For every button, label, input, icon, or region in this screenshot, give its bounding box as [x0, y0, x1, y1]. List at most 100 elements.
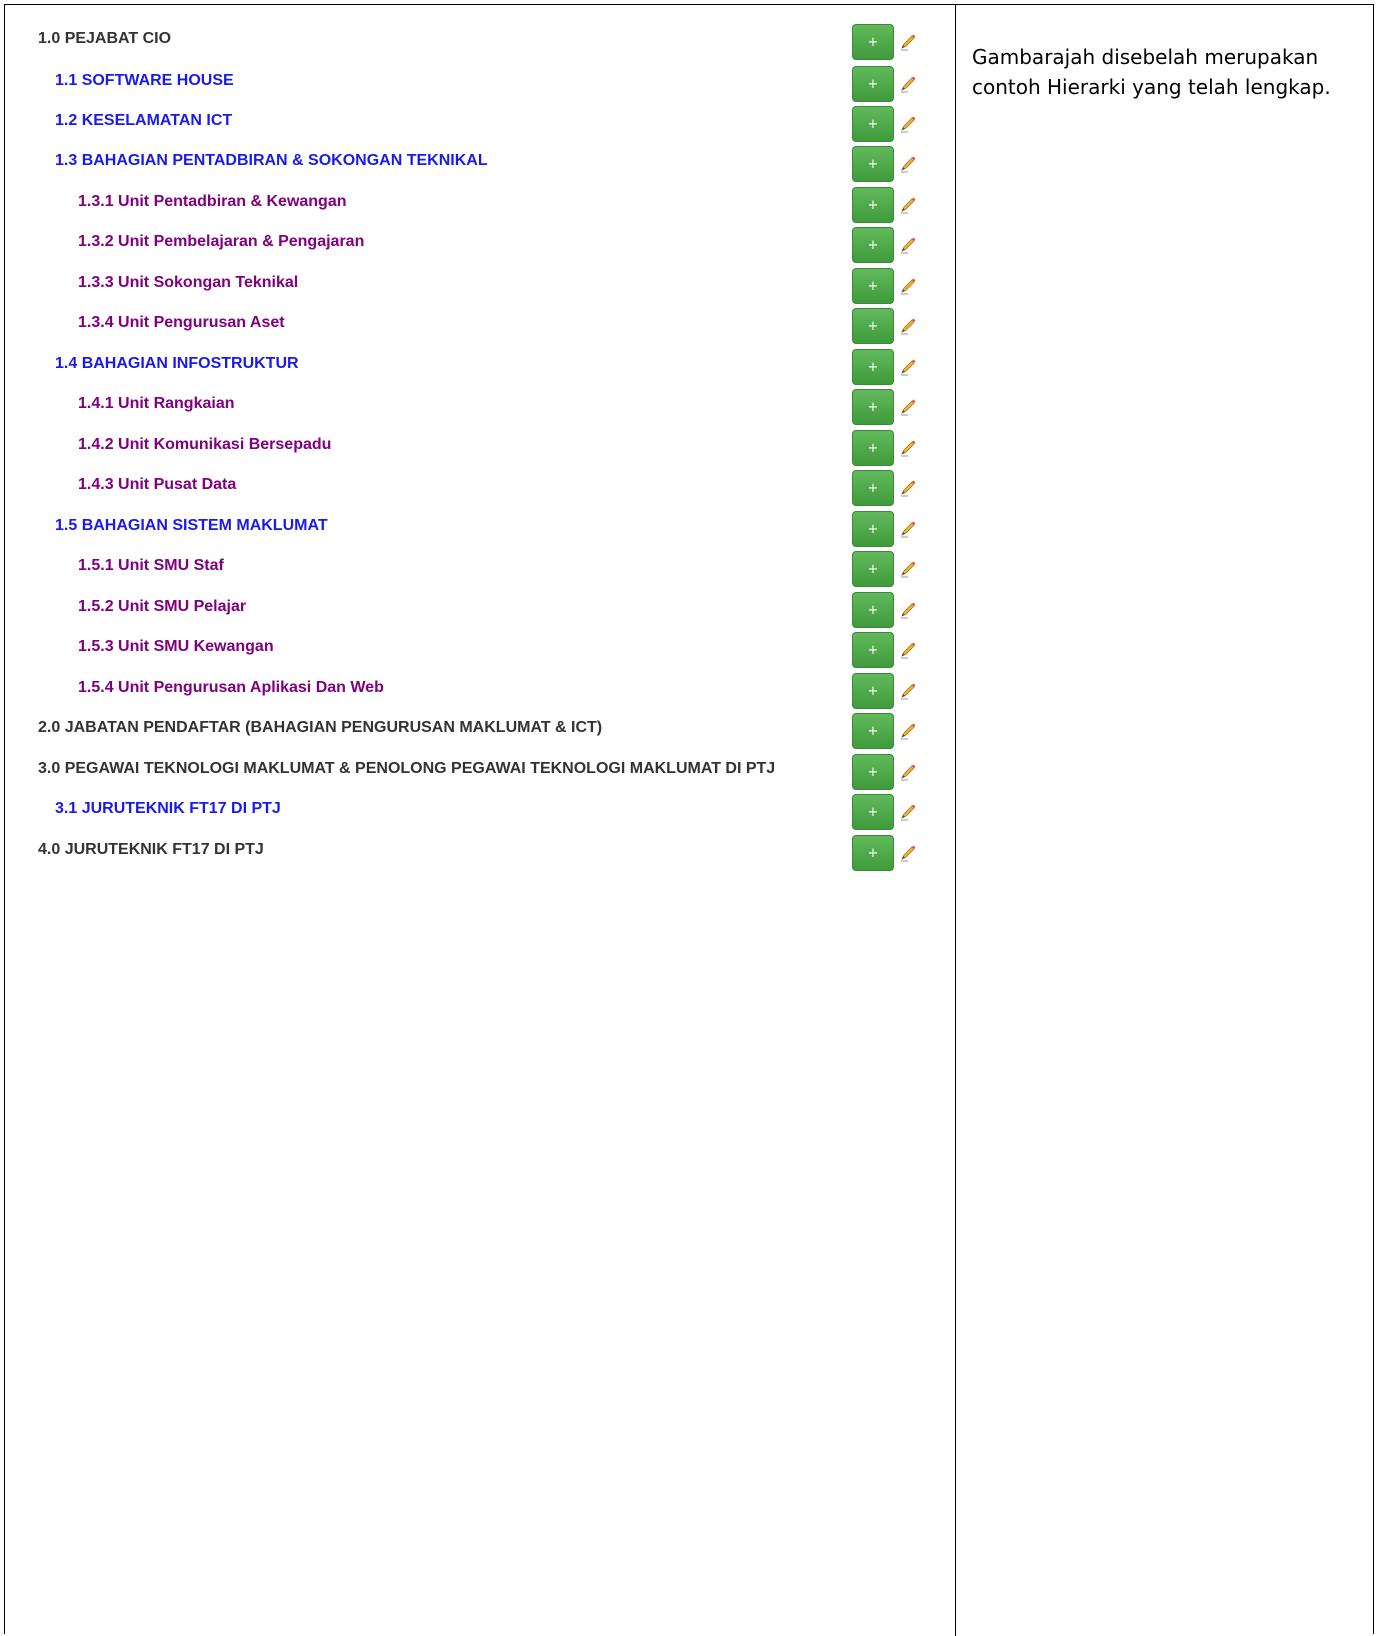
hierarchy-tree: 1.0 PEJABAT CIO +1.1 SOFTWARE HOUSE +1.2 K…: [0, 0, 955, 920]
edit-button[interactable]: [899, 682, 917, 700]
edit-button[interactable]: [899, 560, 917, 578]
plus-icon: +: [867, 723, 879, 739]
add-child-button[interactable]: +: [852, 592, 894, 628]
edit-button[interactable]: [899, 75, 917, 93]
edit-button[interactable]: [899, 803, 917, 821]
edit-button[interactable]: [899, 479, 917, 497]
edit-button[interactable]: [899, 33, 917, 51]
edit-button[interactable]: [899, 722, 917, 740]
add-child-button[interactable]: +: [852, 66, 894, 102]
pencil-icon: [901, 399, 916, 416]
hierarchy-row: 3.0 PEGAWAI TEKNOLOGI MAKLUMAT & PENOLON…: [0, 754, 955, 800]
plus-icon: +: [867, 318, 879, 334]
add-child-button[interactable]: +: [852, 632, 894, 668]
pencil-icon: [901, 602, 916, 619]
hierarchy-label: 3.0 PEGAWAI TEKNOLOGI MAKLUMAT & PENOLON…: [38, 760, 776, 777]
plus-icon: +: [867, 399, 879, 415]
edit-button[interactable]: [899, 277, 917, 295]
edit-button[interactable]: [899, 398, 917, 416]
pencil-icon: [901, 845, 916, 862]
add-child-button[interactable]: +: [852, 106, 894, 142]
plus-icon: +: [867, 480, 879, 496]
edit-button[interactable]: [899, 844, 917, 862]
edit-button[interactable]: [899, 155, 917, 173]
edit-button[interactable]: [899, 115, 917, 133]
pencil-icon: [901, 683, 916, 700]
hierarchy-label: 1.4.3 Unit Pusat Data: [78, 476, 237, 493]
hierarchy-label: 1.3.1 Unit Pentadbiran & Kewangan: [78, 193, 347, 210]
hierarchy-row: 1.5.1 Unit SMU Staf +: [0, 551, 955, 597]
add-child-button[interactable]: +: [852, 389, 894, 425]
hierarchy-row: 2.0 JABATAN PENDAFTAR (BAHAGIAN PENGURUS…: [0, 713, 955, 759]
add-child-button[interactable]: +: [852, 146, 894, 182]
hierarchy-label: 1.5.3 Unit SMU Kewangan: [78, 638, 274, 655]
edit-button[interactable]: [899, 358, 917, 376]
pencil-icon: [901, 642, 916, 659]
add-child-button[interactable]: +: [852, 511, 894, 547]
hierarchy-row: 1.5 BAHAGIAN SISTEM MAKLUMAT +: [0, 511, 955, 557]
edit-button[interactable]: [899, 317, 917, 335]
column-divider: [955, 4, 956, 1636]
hierarchy-row: 1.4.2 Unit Komunikasi Bersepadu +: [0, 430, 955, 476]
pencil-icon: [901, 480, 916, 497]
add-child-button[interactable]: +: [852, 673, 894, 709]
hierarchy-label: 1.4 BAHAGIAN INFOSTRUKTUR: [55, 355, 299, 372]
hierarchy-label: 1.5.2 Unit SMU Pelajar: [78, 598, 247, 615]
plus-icon: +: [867, 116, 879, 132]
hierarchy-label: 4.0 JURUTEKNIK FT17 DI PTJ: [38, 841, 264, 858]
pencil-icon: [901, 197, 916, 214]
add-child-button[interactable]: +: [852, 754, 894, 790]
plus-icon: +: [867, 602, 879, 618]
plus-icon: +: [867, 683, 879, 699]
hierarchy-label: 2.0 JABATAN PENDAFTAR (BAHAGIAN PENGURUS…: [38, 719, 603, 736]
hierarchy-label: 1.4.1 Unit Rangkaian: [78, 395, 235, 412]
plus-icon: +: [867, 34, 879, 50]
edit-button[interactable]: [899, 641, 917, 659]
add-child-button[interactable]: +: [852, 187, 894, 223]
edit-button[interactable]: [899, 763, 917, 781]
add-child-button[interactable]: +: [852, 227, 894, 263]
add-child-button[interactable]: +: [852, 308, 894, 344]
add-child-button[interactable]: +: [852, 430, 894, 466]
hierarchy-row: 1.3.2 Unit Pembelajaran & Pengajaran +: [0, 227, 955, 273]
add-child-button[interactable]: +: [852, 349, 894, 385]
add-child-button[interactable]: +: [852, 551, 894, 587]
pencil-icon: [901, 804, 916, 821]
hierarchy-row: 1.3.4 Unit Pengurusan Aset +: [0, 308, 955, 354]
add-child-button[interactable]: +: [852, 794, 894, 830]
hierarchy-row: 1.0 PEJABAT CIO +: [0, 24, 955, 70]
plus-icon: +: [867, 197, 879, 213]
pencil-icon: [901, 440, 916, 457]
hierarchy-label: 1.0 PEJABAT CIO: [38, 30, 172, 47]
plus-icon: +: [867, 561, 879, 577]
pencil-icon: [901, 156, 916, 173]
add-child-button[interactable]: +: [852, 713, 894, 749]
hierarchy-row: 1.5.2 Unit SMU Pelajar +: [0, 592, 955, 638]
plus-icon: +: [867, 845, 879, 861]
hierarchy-row: 1.4.3 Unit Pusat Data +: [0, 470, 955, 516]
hierarchy-label: 1.5.4 Unit Pengurusan Aplikasi Dan Web: [78, 679, 384, 696]
edit-button[interactable]: [899, 601, 917, 619]
edit-button[interactable]: [899, 520, 917, 538]
pencil-icon: [901, 723, 916, 740]
add-child-button[interactable]: +: [852, 268, 894, 304]
plus-icon: +: [867, 764, 879, 780]
hierarchy-row: 1.1 SOFTWARE HOUSE +: [0, 66, 955, 112]
pencil-icon: [901, 237, 916, 254]
hierarchy-label: 1.3 BAHAGIAN PENTADBIRAN & SOKONGAN TEKN…: [55, 152, 488, 169]
add-child-button[interactable]: +: [852, 470, 894, 506]
add-child-button[interactable]: +: [852, 835, 894, 871]
pencil-icon: [901, 521, 916, 538]
hierarchy-row: 1.5.4 Unit Pengurusan Aplikasi Dan Web +: [0, 673, 955, 719]
hierarchy-row: 1.3.3 Unit Sokongan Teknikal +: [0, 268, 955, 314]
edit-button[interactable]: [899, 439, 917, 457]
plus-icon: +: [867, 76, 879, 92]
edit-button[interactable]: [899, 236, 917, 254]
pencil-icon: [901, 764, 916, 781]
hierarchy-label: 1.3.2 Unit Pembelajaran & Pengajaran: [78, 233, 365, 250]
add-child-button[interactable]: +: [852, 24, 894, 60]
hierarchy-label: 1.3.3 Unit Sokongan Teknikal: [78, 274, 299, 291]
description-note: Gambarajah disebelah merupakan contoh Hi…: [972, 45, 1331, 99]
edit-button[interactable]: [899, 196, 917, 214]
hierarchy-label: 1.1 SOFTWARE HOUSE: [55, 72, 234, 89]
